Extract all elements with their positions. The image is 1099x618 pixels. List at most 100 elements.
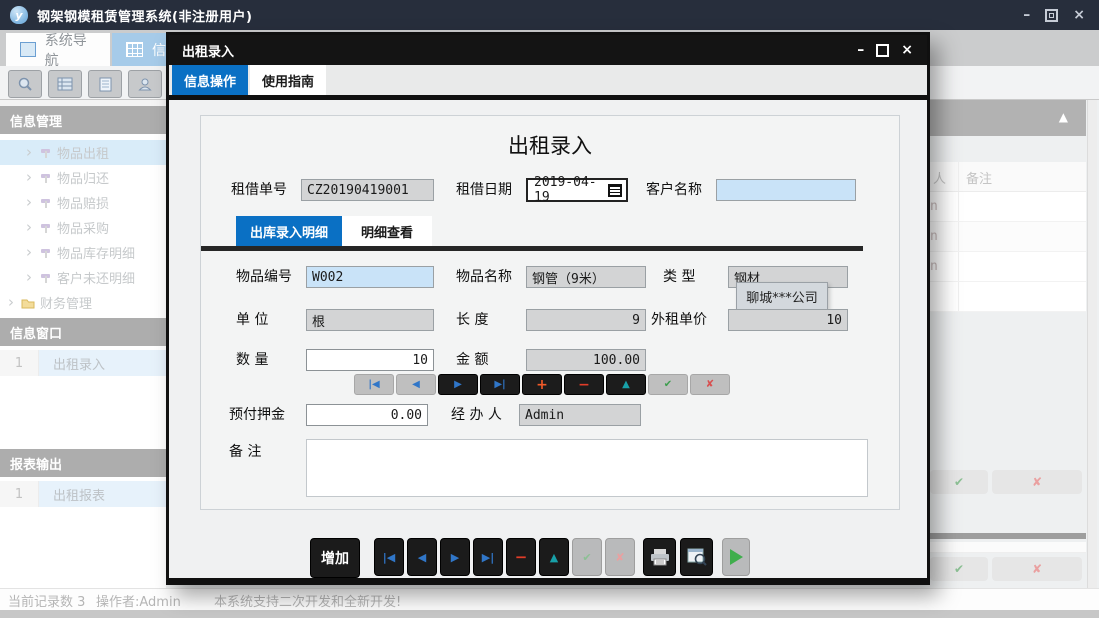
restore-icon[interactable] [1045, 9, 1058, 22]
rental-date-field[interactable]: 2019-04-19 [526, 178, 628, 202]
check-icon: ✔ [664, 379, 672, 390]
footer-delete-button[interactable]: − [506, 538, 536, 576]
nav-edit-button[interactable]: ▲ [606, 374, 646, 395]
deposit-field[interactable] [306, 404, 428, 426]
status-message: 本系统支持二次开发和全新开发! [214, 591, 401, 610]
unit-field [306, 309, 434, 331]
preview-button[interactable] [680, 538, 713, 576]
tab-info-operation[interactable]: 信息操作 [172, 65, 248, 95]
tool-icon [39, 146, 52, 159]
document-toolbar-button[interactable] [88, 70, 122, 98]
list-toolbar-button[interactable] [48, 70, 82, 98]
bg-cancel-button[interactable]: ✘ [992, 470, 1082, 494]
bg-table-row[interactable]: n [930, 252, 1086, 282]
info-window-item[interactable]: 1 出租录入 [0, 350, 166, 376]
chevron-right-icon: › [8, 295, 14, 310]
x-icon: ✘ [706, 379, 714, 390]
footer-edit-button[interactable]: ▲ [539, 538, 569, 576]
statusbar: 当前记录数 3 操作者:Admin 本系统支持二次开发和全新开发! [0, 588, 1099, 610]
check-icon: ✔ [954, 562, 964, 576]
sidebar-item-label: 财务管理 [40, 293, 92, 312]
x-icon: ✘ [615, 551, 624, 564]
tab-outbound-entry-detail[interactable]: 出库录入明细 [236, 216, 342, 246]
dialog-minimize-icon[interactable]: – [857, 43, 864, 57]
last-icon: ▶| [482, 551, 494, 564]
window-title: 钢架钢模租赁管理系统(非注册用户) [37, 6, 252, 25]
search-icon [16, 76, 34, 92]
remarks-field[interactable] [306, 439, 868, 497]
bg-cancel-button-2[interactable]: ✘ [992, 557, 1082, 581]
run-button[interactable] [722, 538, 750, 576]
unit-price-field [728, 309, 848, 331]
info-window-list: 1 出租录入 [0, 346, 166, 449]
bg-table-row[interactable]: n [930, 192, 1086, 222]
report-item[interactable]: 1 出租报表 [0, 481, 166, 507]
vertical-scrollbar[interactable] [1087, 100, 1097, 590]
tab-system-nav[interactable]: 系统导航 [6, 33, 110, 66]
sidebar-item-label: 物品采购 [57, 218, 109, 237]
sidebar-item-label: 物品库存明细 [57, 243, 135, 262]
tab-detail-view[interactable]: 明细查看 [342, 216, 432, 246]
next-icon: ▶ [454, 379, 462, 390]
sidebar-item-inventory-detail[interactable]: › 物品库存明细 [0, 240, 166, 265]
bg-table-header: 人 备注 [930, 162, 1086, 192]
print-button[interactable] [643, 538, 676, 576]
calendar-icon[interactable] [608, 184, 622, 197]
dialog-close-icon[interactable]: × [901, 43, 913, 57]
footer-last-button[interactable]: ▶| [473, 538, 503, 576]
handler-field [519, 404, 641, 426]
footer-prior-button[interactable]: ◀ [407, 538, 437, 576]
tab-system-nav-label: 系统导航 [45, 30, 96, 70]
dialog-maximize-icon[interactable] [876, 44, 889, 57]
tool-icon [39, 171, 52, 184]
nav-cancel-button[interactable]: ✘ [690, 374, 730, 395]
minimize-icon[interactable]: – [1023, 8, 1030, 22]
nav-post-button[interactable]: ✔ [648, 374, 688, 395]
report-output-list: 1 出租报表 [0, 477, 166, 588]
handler-label: 经 办 人 [451, 404, 502, 426]
customer-name-field[interactable] [716, 179, 856, 201]
form-heading: 出租录入 [201, 130, 899, 160]
tab-user-guide[interactable]: 使用指南 [250, 65, 326, 95]
close-icon[interactable]: × [1073, 8, 1085, 22]
section-header-info-mgmt: 信息管理 [0, 106, 166, 134]
user-toolbar-button[interactable] [128, 70, 162, 98]
footer-post-button[interactable]: ✔ [572, 538, 602, 576]
sidebar-item-item-return[interactable]: › 物品归还 [0, 165, 166, 190]
nav-insert-button[interactable]: + [522, 374, 562, 395]
sidebar-item-item-rental[interactable]: › 物品出租 [0, 140, 166, 165]
nav-next-button[interactable]: ▶ [438, 374, 478, 395]
nav-delete-button[interactable]: − [564, 374, 604, 395]
nav-first-button[interactable]: |◀ [354, 374, 394, 395]
nav-prior-button[interactable]: ◀ [396, 374, 436, 395]
main-titlebar: y 钢架钢模租赁管理系统(非注册用户) – × [0, 0, 1099, 30]
sidebar-item-item-damage[interactable]: › 物品赔损 [0, 190, 166, 215]
quantity-field[interactable] [306, 349, 434, 371]
sidebar-item-finance-mgmt[interactable]: › 财务管理 [0, 290, 166, 315]
x-icon: ✘ [1032, 475, 1042, 489]
search-toolbar-button[interactable] [8, 70, 42, 98]
footer-cancel-button[interactable]: ✘ [605, 538, 635, 576]
nav-last-button[interactable]: ▶| [480, 374, 520, 395]
footer-first-button[interactable]: |◀ [374, 538, 404, 576]
rental-entry-dialog: 出租录入 – × 信息操作 使用指南 出租录入 租借单号 租借日期 2019-0… [166, 32, 930, 585]
bg-table-row[interactable]: n [930, 222, 1086, 252]
item-label: 出租录入 [39, 350, 166, 376]
first-icon: |◀ [368, 379, 379, 390]
footer-next-button[interactable]: ▶ [440, 538, 470, 576]
customer-tooltip: 聊城***公司 [736, 282, 828, 310]
add-button[interactable]: 增加 [310, 538, 360, 578]
sidebar-item-customer-outstanding[interactable]: › 客户未还明细 [0, 265, 166, 290]
item-name-label: 物品名称 [456, 266, 512, 288]
collapse-icon[interactable]: ▲ [1059, 110, 1068, 124]
edit-icon: ▲ [550, 551, 558, 564]
unit-label: 单 位 [236, 309, 268, 331]
item-name-field [526, 266, 646, 288]
item-no-field[interactable] [306, 266, 434, 288]
preview-icon [687, 548, 707, 566]
sidebar-item-item-purchase[interactable]: › 物品采购 [0, 215, 166, 240]
folder-icon [21, 297, 35, 309]
bg-post-button-2[interactable]: ✔ [930, 557, 988, 581]
rental-date-value: 2019-04-19 [534, 175, 608, 205]
bg-post-button[interactable]: ✔ [930, 470, 988, 494]
